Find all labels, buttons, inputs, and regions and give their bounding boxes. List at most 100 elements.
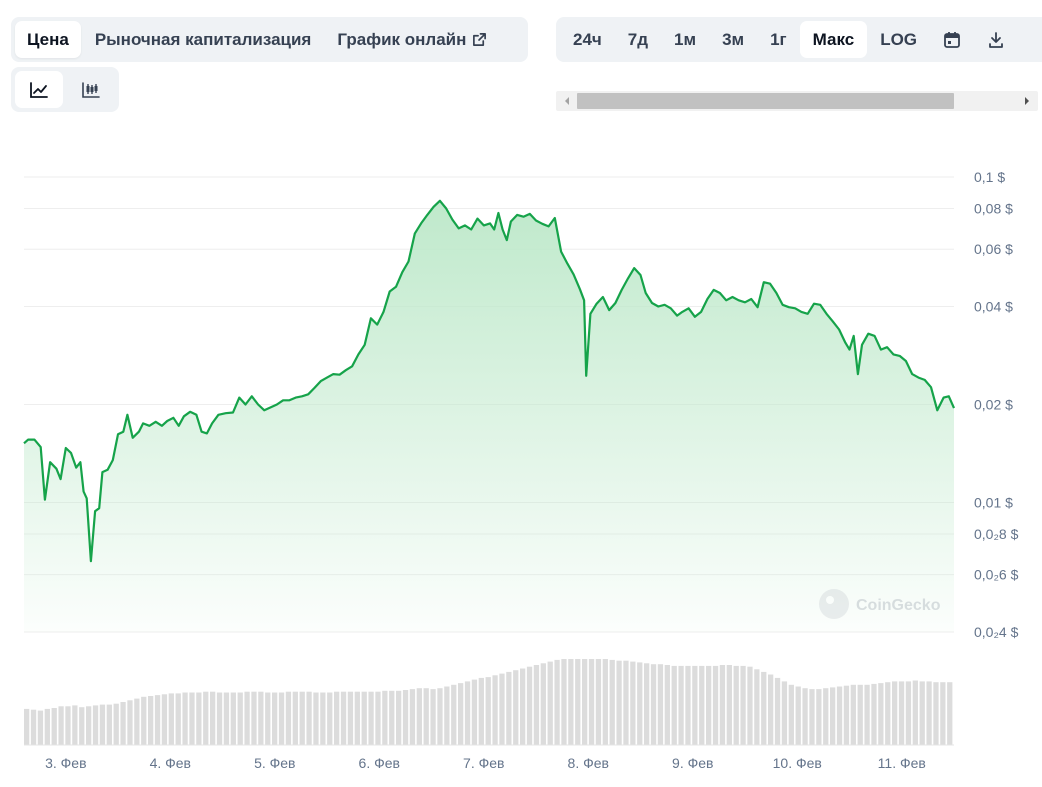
download-button[interactable]: [974, 21, 1018, 58]
volume-bar: [637, 662, 643, 745]
volume-bar: [520, 668, 526, 745]
volume-bar: [499, 673, 505, 745]
volume-bar: [154, 695, 161, 745]
range-1y[interactable]: 1г: [757, 21, 800, 58]
price-chart[interactable]: 0,1 $ 0,08 $ 0,06 $ 0,04 $ 0,02 $ 0,01 $ 0,0₂8…: [0, 120, 1042, 787]
volume-bar: [561, 659, 567, 745]
y-tick-label: 0,04 $: [974, 299, 1013, 315]
volume-bar: [712, 665, 719, 745]
volume-bar: [885, 682, 891, 745]
volume-bar: [92, 705, 99, 745]
x-tick-label: 3. Фев: [45, 755, 86, 771]
volume-bar: [568, 659, 574, 745]
volume-bar: [382, 690, 388, 745]
range-3m[interactable]: 3м: [709, 21, 757, 58]
volume-bar: [106, 704, 112, 745]
volume-bar: [513, 670, 519, 745]
volume-bar: [857, 684, 863, 745]
volume-bar: [458, 683, 464, 745]
caret-right-icon: [1025, 97, 1029, 105]
volume-bar: [781, 681, 788, 745]
y-tick-label: 0,0₂4 $: [974, 624, 1019, 640]
volume-bar: [127, 700, 133, 745]
line-chart-button[interactable]: [15, 71, 63, 108]
scroll-left-arrow[interactable]: [558, 91, 576, 111]
y-tick-label: 0,0₂8 $: [974, 526, 1019, 542]
volume-bar: [223, 692, 230, 745]
volume-bar: [575, 659, 581, 745]
volume-bar: [506, 671, 512, 745]
volume-bar: [630, 661, 636, 745]
volume-bar: [768, 674, 774, 745]
volume-bar: [726, 665, 732, 745]
range-scrollbar[interactable]: [556, 91, 1038, 111]
volume-bar: [878, 683, 884, 745]
volume-bar: [905, 681, 912, 745]
tab-market-cap[interactable]: Рыночная капитализация: [83, 21, 324, 58]
y-tick-label: 0,0₂6 $: [974, 567, 1019, 583]
range-log[interactable]: LOG: [867, 21, 930, 58]
line-chart-icon: [30, 81, 48, 98]
volume-bar: [719, 665, 726, 745]
tab-live-chart[interactable]: График онлайн: [325, 21, 499, 58]
candlestick-icon: [82, 81, 100, 98]
volume-bar: [24, 708, 30, 745]
chart-type-toggle: [11, 67, 119, 112]
volume-bar: [582, 659, 588, 745]
volume-bar: [678, 665, 684, 745]
volume-bar: [533, 665, 540, 745]
volume-bar: [30, 709, 37, 745]
volume-bar: [644, 663, 650, 745]
scroll-thumb[interactable]: [577, 93, 954, 109]
volume-bar: [258, 691, 264, 745]
volume-bar: [919, 681, 925, 745]
volume-bar: [898, 681, 905, 745]
tab-price[interactable]: Цена: [15, 21, 81, 58]
candlestick-chart-button[interactable]: [67, 71, 115, 108]
volume-bar: [526, 666, 533, 745]
range-7d[interactable]: 7д: [615, 21, 661, 58]
range-selector: 24ч 7д 1м 3м 1г Макс LOG: [556, 17, 1042, 62]
volume-bar: [182, 692, 188, 745]
volume-bar: [740, 665, 746, 745]
watermark-text: CoinGecko: [856, 597, 941, 614]
volume-bar: [602, 659, 608, 745]
volume-bar: [347, 691, 354, 745]
volume-bar: [650, 664, 657, 745]
range-1m[interactable]: 1м: [661, 21, 709, 58]
y-tick-label: 0,01 $: [974, 494, 1013, 510]
volume-bar: [113, 703, 119, 745]
volume-bar: [554, 659, 560, 745]
volume-bar: [478, 677, 484, 745]
range-max[interactable]: Макс: [799, 21, 868, 58]
calendar-button[interactable]: [930, 21, 974, 58]
y-axis-labels: 0,1 $ 0,08 $ 0,06 $ 0,04 $ 0,02 $ 0,01 $ 0,0₂8…: [974, 169, 1019, 640]
volume-bar: [761, 671, 767, 745]
volume-bar: [196, 692, 202, 745]
volume-bar: [850, 684, 856, 745]
y-tick-label: 0,08 $: [974, 201, 1013, 217]
volume-bar: [216, 692, 223, 745]
volume-bar: [230, 692, 236, 745]
volume-bar: [892, 681, 898, 745]
volume-bar: [86, 706, 92, 745]
x-tick-label: 10. Фев: [773, 755, 822, 771]
volume-bar: [44, 708, 50, 745]
volume-bar: [947, 682, 953, 745]
volume-bar: [788, 684, 794, 745]
volume-bar: [595, 659, 602, 745]
volume-bar: [623, 660, 629, 745]
volume-bar: [334, 691, 340, 745]
volume-bar: [65, 706, 71, 745]
volume-bar: [58, 706, 64, 745]
volume-bar: [802, 688, 808, 745]
volume-bar: [657, 664, 664, 745]
scroll-right-arrow[interactable]: [1018, 91, 1036, 111]
volume-bar: [292, 691, 298, 745]
volume-bar: [354, 691, 360, 745]
volume-bar: [664, 665, 670, 745]
range-24h[interactable]: 24ч: [560, 21, 615, 58]
volume-bar: [396, 690, 402, 745]
price-area: [24, 200, 954, 633]
volume-bar: [843, 685, 850, 745]
